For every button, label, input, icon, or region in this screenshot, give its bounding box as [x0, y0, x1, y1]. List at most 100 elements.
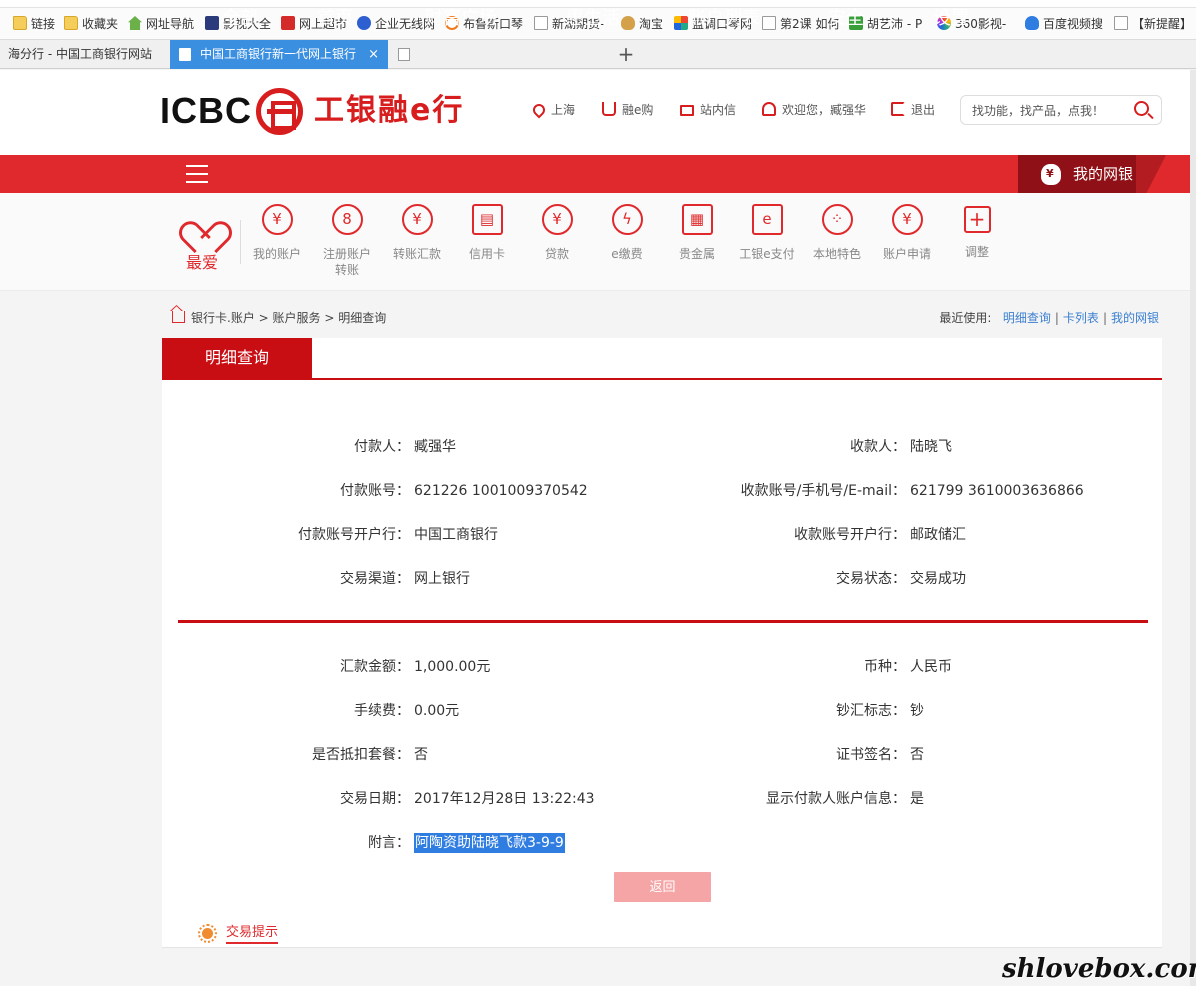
- search-input[interactable]: [972, 101, 1124, 120]
- payee-label: 收款人：: [850, 439, 906, 455]
- recent-link-my-bank[interactable]: 我的网银: [1111, 311, 1159, 325]
- separator: |: [1102, 311, 1107, 325]
- tab-blank[interactable]: [390, 40, 608, 69]
- bookmark-taobao[interactable]: 淘宝: [621, 15, 663, 33]
- card-e-icon: e: [751, 204, 783, 235]
- recent-link-detail-query[interactable]: 明细查询: [1003, 311, 1051, 325]
- amount-value: 1,000.00元: [414, 659, 491, 675]
- scrollbar[interactable]: [1190, 70, 1196, 986]
- quick-account-apply[interactable]: ¥ 账户申请: [869, 204, 945, 262]
- payer-account-label: 付款账号：: [340, 483, 410, 499]
- tab-strip: 海分行 - 中国工商银行网站 中国工商银行新一代网上银行 ×: [0, 40, 1196, 69]
- crumb-account-service[interactable]: 账户服务: [273, 311, 321, 325]
- channel-label: 交易渠道：: [340, 571, 410, 587]
- quick-e-payment[interactable]: ϟ e缴费: [589, 204, 665, 262]
- show-payer-info-label: 显示付款人账户信息：: [766, 791, 906, 807]
- bookmark-wifi[interactable]: 企业无线网: [357, 15, 435, 33]
- home-icon[interactable]: [172, 311, 185, 323]
- transfer-cycle-icon: 8: [331, 204, 363, 235]
- main-nav: [0, 155, 1196, 193]
- bookmark-nav[interactable]: 网址导航: [128, 15, 194, 33]
- nav-accounts[interactable]: 账户列表: [688, 0, 760, 38]
- yen-search-icon: ¥: [891, 204, 923, 235]
- tab-icbc-branch[interactable]: 海分行 - 中国工商银行网站: [0, 40, 168, 69]
- detail-row: 付款账号： 621226 1001009370542 收款账号/手机号/E-ma…: [0, 481, 1196, 501]
- nav-security[interactable]: 安全: [828, 0, 864, 38]
- quick-my-account[interactable]: ¥ 我的账户: [239, 204, 315, 262]
- quick-loan[interactable]: ¥ 贷款: [519, 204, 595, 262]
- tab-underline: [162, 378, 1162, 380]
- status-value: 交易成功: [910, 571, 966, 587]
- folder-icon: [64, 16, 78, 30]
- bookmark-favorites[interactable]: 收藏夹: [64, 15, 118, 33]
- inbox-link[interactable]: 站内信: [680, 101, 736, 119]
- my-online-bank-button[interactable]: 我的网银: [1018, 155, 1136, 193]
- nav-home[interactable]: 首页: [317, 0, 353, 38]
- cash-flag-label: 钞汇标志：: [836, 703, 906, 719]
- gold-bars-icon: ▦: [681, 204, 713, 235]
- new-tab-button[interactable]: +: [614, 41, 638, 67]
- quick-registered-transfer[interactable]: 8 注册账户转账: [309, 204, 385, 278]
- logout-link[interactable]: 退出: [891, 101, 935, 119]
- bookmark-reminder[interactable]: 【新提醒】: [1114, 15, 1192, 33]
- recently-used: 最近使用: 明细查询 | 卡列表 | 我的网银: [939, 310, 1159, 326]
- credit-card-icon: ▤: [471, 204, 503, 235]
- recent-label: 最近使用:: [939, 311, 992, 325]
- payer-account-value: 621226 1001009370542: [414, 483, 588, 499]
- transaction-tips-link[interactable]: 交易提示: [226, 924, 279, 944]
- quick-icbc-epay[interactable]: e 工银e支付: [729, 204, 805, 262]
- package-deduct-value: 否: [414, 747, 428, 763]
- page-icon: [534, 16, 548, 30]
- separator: |: [1054, 311, 1059, 325]
- location-link[interactable]: 上海: [530, 101, 575, 119]
- favorites-label[interactable]: 最爱: [176, 249, 228, 273]
- cash-flag-value: 钞: [910, 703, 924, 719]
- bookmark-links[interactable]: 链接: [13, 15, 55, 33]
- bookmark-baidu[interactable]: 百度视频搜: [1025, 15, 1103, 33]
- nav-settings[interactable]: 设置: [933, 0, 969, 38]
- cart-icon: [602, 102, 616, 116]
- payee-bank-label: 收款账号开户行：: [794, 527, 906, 543]
- watermark: shlovebox.com: [1002, 954, 1196, 984]
- dots-icon: ⁘: [821, 204, 853, 235]
- welcome-user[interactable]: 欢迎您，臧强华: [762, 101, 866, 119]
- flame-icon: ϟ: [611, 204, 643, 235]
- quick-precious-metal[interactable]: ▦ 贵金属: [659, 204, 735, 262]
- page-icon: [1114, 16, 1128, 30]
- lightbulb-icon: [198, 924, 217, 944]
- nav-life[interactable]: 惠生活: [566, 0, 620, 38]
- payer-label: 付款人：: [354, 439, 410, 455]
- icbc-logo[interactable]: ICBC: [160, 92, 252, 130]
- recent-link-card-list[interactable]: 卡列表: [1063, 311, 1099, 325]
- quick-adjust[interactable]: + 调整: [939, 204, 1015, 260]
- back-button[interactable]: 返回: [614, 872, 711, 902]
- search-icon[interactable]: [1134, 101, 1149, 116]
- yen-exchange-icon: ¥: [401, 204, 433, 235]
- package-deduct-label: 是否抵扣套餐：: [312, 747, 410, 763]
- nav-wealth[interactable]: 财富广场: [425, 0, 497, 38]
- store-icon: [281, 16, 295, 30]
- crumb-cards[interactable]: 银行卡.账户: [191, 311, 255, 325]
- owl-icon: [621, 16, 635, 30]
- quick-credit-card[interactable]: ▤ 信用卡: [449, 204, 525, 262]
- money-bag-icon: [1041, 164, 1061, 185]
- tab-detail-query[interactable]: 明细查询: [162, 338, 312, 378]
- menu-icon[interactable]: [186, 165, 208, 183]
- nav-all[interactable]: 全部: [222, 0, 258, 38]
- quick-local-feature[interactable]: ⁘ 本地特色: [799, 204, 875, 262]
- crumb-current: 明细查询: [338, 311, 387, 325]
- memo-value[interactable]: 阿陶资助陆晓飞款3-9-9: [414, 833, 565, 853]
- heart-icon[interactable]: [186, 206, 217, 237]
- quick-transfer[interactable]: ¥ 转账汇款: [379, 204, 455, 262]
- payee-bank-value: 邮政储汇: [910, 527, 966, 543]
- channel-value: 网上银行: [414, 571, 470, 587]
- detail-row: 附言： 阿陶资助陆晓飞款3-9-9: [0, 833, 1196, 853]
- page-icon: [398, 48, 410, 61]
- rong-e-gou-link[interactable]: 融e购: [602, 101, 653, 119]
- folder-icon: [13, 16, 27, 30]
- fee-label: 手续费：: [354, 703, 410, 719]
- currency-label: 币种：: [864, 659, 906, 675]
- close-tab-icon[interactable]: ×: [368, 40, 379, 69]
- payee-account-label: 收款账号/手机号/E-mail：: [740, 483, 906, 499]
- tab-icbc-online-banking[interactable]: 中国工商银行新一代网上银行 ×: [170, 40, 388, 69]
